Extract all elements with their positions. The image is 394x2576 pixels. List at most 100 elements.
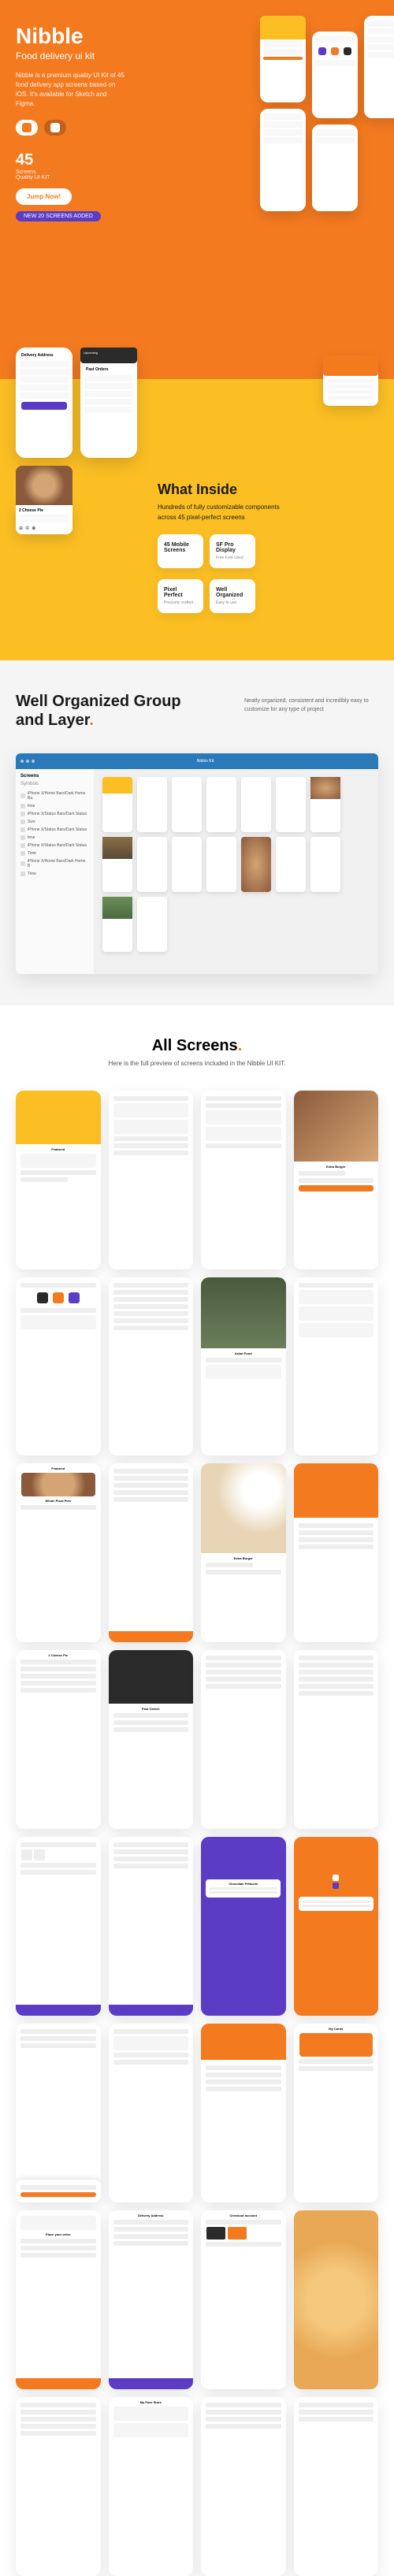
cta-button[interactable]: Jump Now! <box>16 188 72 205</box>
screen-preview[interactable]: Chocolate Fettucini <box>201 1837 286 2016</box>
canvas-artboard[interactable] <box>276 777 306 832</box>
mockup-screen <box>312 125 358 211</box>
feature-card: SF Pro Display Free Font Used <box>210 534 255 568</box>
layer-item[interactable]: Time <box>20 849 89 857</box>
layer-item[interactable]: iPhone X/Status Bars/Dark Status <box>20 826 89 834</box>
mockup-screen <box>312 32 358 118</box>
screen-preview[interactable] <box>294 2397 379 2576</box>
feature-card: Pixel Perfect Precisely crafted <box>158 579 203 613</box>
screen-preview[interactable] <box>201 2024 286 2202</box>
screen-preview[interactable] <box>201 1650 286 1829</box>
sketch-icon <box>22 123 32 132</box>
organized-title: Well Organized Group and Layer. <box>16 692 189 730</box>
screen-preview[interactable]: FeaturedWhole Pizza Pies <box>16 1463 101 1642</box>
mockup-delivery: Delivery Address <box>16 348 72 458</box>
canvas-artboard[interactable] <box>137 777 167 832</box>
pizza-mockup: 2 Cheese Pie ⊖①⊕ <box>16 466 72 534</box>
screen-preview[interactable] <box>201 1091 286 1269</box>
layer-item[interactable]: Size <box>20 818 89 826</box>
profile-card-mockup <box>323 355 378 406</box>
layer-icon <box>20 827 25 832</box>
layer-icon <box>20 794 25 798</box>
screen-preview[interactable]: Place your order <box>16 2210 101 2389</box>
what-inside-content: What Inside Hundreds of fully customizab… <box>158 481 378 613</box>
canvas-artboard[interactable] <box>172 837 202 892</box>
mockup-screen <box>364 16 394 118</box>
figma-icon <box>50 123 60 132</box>
layer-item[interactable]: iPhone X/Home Bars/Dark Home B <box>20 857 89 870</box>
screen-preview[interactable] <box>16 1277 101 1456</box>
hero-section: Nibble Food delivery ui kit Nibble is a … <box>0 0 394 379</box>
screen-preview[interactable] <box>109 1091 194 1269</box>
sketch-canvas[interactable] <box>95 769 378 974</box>
layer-item[interactable]: time <box>20 802 89 810</box>
window-dot-icon <box>26 760 29 763</box>
mockup-orders: Upcoming Past Orders <box>80 348 137 458</box>
screen-preview[interactable] <box>294 1837 379 2016</box>
figma-button[interactable] <box>44 120 66 136</box>
screen-preview[interactable]: Checkout account <box>201 2210 286 2389</box>
window-dot-icon <box>32 760 35 763</box>
layer-icon <box>20 812 25 816</box>
screen-preview[interactable] <box>109 1837 194 2016</box>
screen-preview[interactable] <box>294 1650 379 1829</box>
layer-icon <box>20 872 25 876</box>
screen-preview[interactable] <box>109 1463 194 1642</box>
screen-preview[interactable] <box>109 2024 194 2202</box>
screen-preview[interactable] <box>201 2397 286 2576</box>
screen-preview[interactable]: My Fave Store <box>109 2397 194 2576</box>
layer-item[interactable]: iPhone X/Status Bars/Dark Status <box>20 810 89 818</box>
layer-icon <box>20 851 25 856</box>
screen-preview[interactable]: Asian Food <box>201 1277 286 1456</box>
feature-cards-row2: Pixel Perfect Precisely crafted Well Org… <box>158 579 378 613</box>
all-screens-title: All Screens. <box>16 1037 378 1055</box>
layer-item[interactable]: time <box>20 834 89 842</box>
screen-preview[interactable]: Past Orders <box>109 1650 194 1829</box>
all-screens-description: Here is the full preview of screens incl… <box>16 1060 378 1067</box>
layer-icon <box>20 861 25 866</box>
canvas-artboard[interactable] <box>206 837 236 892</box>
layer-icon <box>20 820 25 824</box>
organized-section: Well Organized Group and Layer. Neatly o… <box>0 660 394 1005</box>
what-inside-description: Hundreds of fully customizable component… <box>158 503 292 523</box>
screen-preview[interactable] <box>109 1277 194 1456</box>
canvas-artboard[interactable] <box>206 777 236 832</box>
screen-preview[interactable] <box>16 2024 101 2202</box>
yellow-mockups: Delivery Address Upcoming Past Orders <box>16 348 137 458</box>
what-inside-title: What Inside <box>158 481 378 498</box>
canvas-artboard[interactable] <box>102 777 132 832</box>
layer-icon <box>20 843 25 848</box>
canvas-artboard[interactable] <box>102 837 132 892</box>
screen-preview[interactable]: 2 Cheese Pie <box>16 1650 101 1829</box>
screen-preview[interactable]: My Cards <box>294 2024 379 2202</box>
canvas-artboard[interactable] <box>137 897 167 952</box>
canvas-artboard[interactable] <box>276 837 306 892</box>
hero-description: Nibble is a premium quality UI Kit of 45… <box>16 71 126 109</box>
canvas-artboard[interactable] <box>102 897 132 952</box>
screen-preview[interactable] <box>16 2397 101 2576</box>
canvas-artboard[interactable] <box>172 777 202 832</box>
canvas-artboard[interactable] <box>241 837 271 892</box>
feature-card: 45 Mobile Screens <box>158 534 203 568</box>
mockup-screen <box>260 16 306 102</box>
screen-preview[interactable]: Extra Burger <box>294 1091 379 1269</box>
screen-preview[interactable] <box>294 2210 379 2389</box>
canvas-artboard[interactable] <box>310 837 340 892</box>
layer-item[interactable]: iPhone X/Home Bars/Dark Home Ba <box>20 790 89 802</box>
screen-preview[interactable] <box>16 1837 101 2016</box>
canvas-artboard[interactable] <box>137 837 167 892</box>
screens-grid: Featured Extra Burger Asian Food <box>16 1091 378 2576</box>
screen-preview[interactable]: Featured <box>16 1091 101 1269</box>
screen-preview[interactable] <box>294 1277 379 1456</box>
screen-preview[interactable]: Delivery Address <box>109 2210 194 2389</box>
screen-preview[interactable] <box>294 1463 379 1642</box>
screen-preview[interactable]: Extra Burger <box>201 1463 286 1642</box>
layer-item[interactable]: iPhone X/Status Bars/Dark Status <box>20 842 89 849</box>
symbols-header: Symbols <box>20 782 89 786</box>
layer-item[interactable]: Time <box>20 870 89 878</box>
window-dot-icon <box>20 760 24 763</box>
sketch-button[interactable] <box>16 120 38 136</box>
canvas-artboard[interactable] <box>310 777 340 832</box>
canvas-artboard[interactable] <box>241 777 271 832</box>
new-badge: NEW 20 SCREENS ADDED <box>16 211 101 221</box>
